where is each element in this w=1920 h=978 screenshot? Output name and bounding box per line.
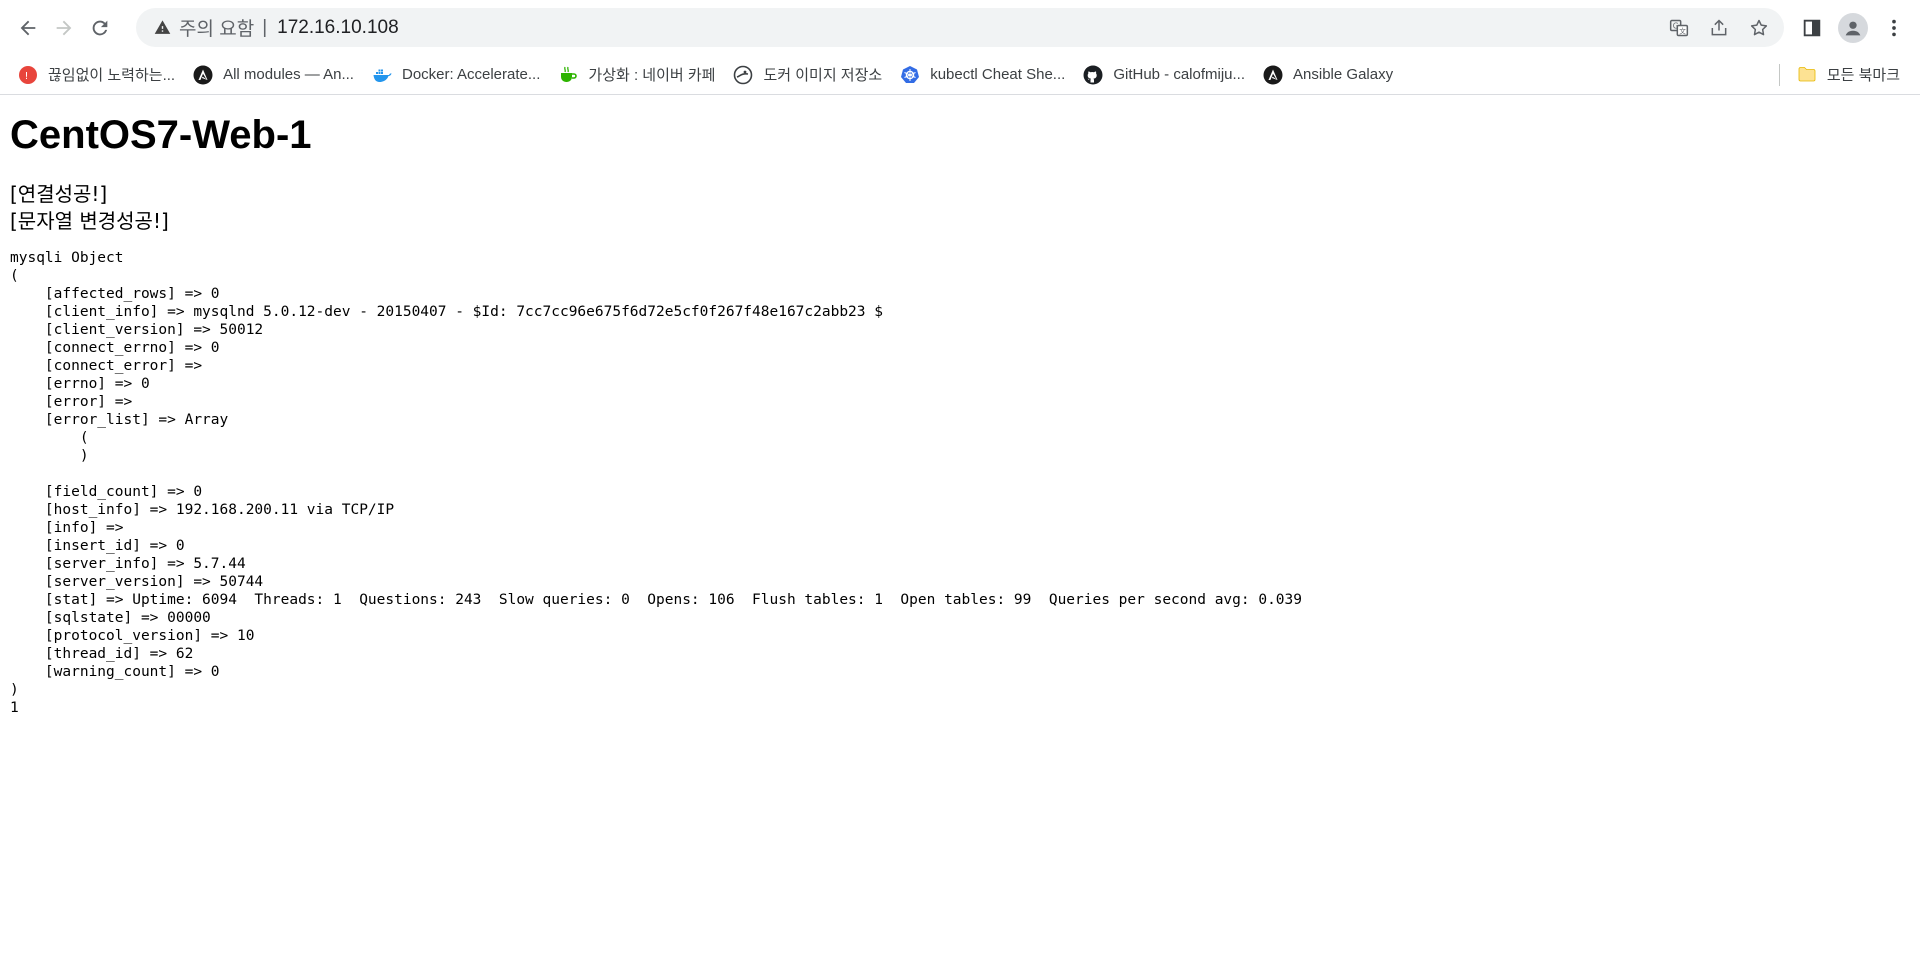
security-label[interactable]: 주의 요함 xyxy=(179,14,254,41)
browser-toolbar: 주의 요함 | 172.16.10.108 G文 xyxy=(0,0,1920,55)
bookmark-item[interactable]: kubectl Cheat She... xyxy=(892,60,1073,90)
warning-triangle-icon[interactable] xyxy=(152,18,172,38)
svg-text:!: ! xyxy=(25,71,29,82)
status-line: [연결성공!] xyxy=(10,182,108,206)
red-circle-site-icon: ! xyxy=(18,65,38,85)
svg-text:文: 文 xyxy=(1679,26,1686,35)
bookmark-label: kubectl Cheat She... xyxy=(930,66,1066,83)
bookmark-label: 끊임없이 노력하는... xyxy=(48,67,176,84)
bookmark-label: 가상화 : 네이버 카페 xyxy=(588,67,716,84)
mysqli-object-dump: mysqli Object ( [affected_rows] => 0 [cl… xyxy=(10,250,1303,716)
bookmark-item[interactable]: Ansible Galaxy xyxy=(1255,60,1401,90)
reload-icon xyxy=(92,20,108,35)
share-icon[interactable] xyxy=(1706,15,1732,41)
docker-whale-icon xyxy=(372,65,392,85)
globe-site-icon xyxy=(733,65,753,85)
bookmark-star-icon[interactable] xyxy=(1746,15,1772,41)
reload-button[interactable] xyxy=(82,10,118,46)
bookmark-label: Docker: Accelerate... xyxy=(401,66,541,83)
folder-icon xyxy=(1797,64,1817,84)
bookmark-label: Ansible Galaxy xyxy=(1293,66,1394,83)
bookmark-item[interactable]: Docker: Accelerate... xyxy=(364,60,548,90)
profile-avatar-icon[interactable] xyxy=(1838,12,1868,43)
kubernetes-icon xyxy=(900,65,920,85)
arrow-left-icon xyxy=(20,20,36,35)
arrow-right-icon xyxy=(56,20,72,35)
page-content: CentOS7-Web-1 [연결성공!] [문자열 변경성공!] mysqli… xyxy=(0,111,1920,717)
bookmark-label: 도커 이미지 저장소 xyxy=(763,67,883,84)
page-title: CentOS7-Web-1 xyxy=(10,113,312,157)
address-bar[interactable]: 주의 요함 | 172.16.10.108 G文 xyxy=(136,8,1784,47)
ansible-icon xyxy=(1263,65,1283,85)
status-line: [문자열 변경성공!] xyxy=(10,209,169,233)
bookmark-label: GitHub - calofmiju... xyxy=(1113,66,1246,83)
translate-icon[interactable]: G文 xyxy=(1666,15,1692,41)
bookmark-item[interactable]: 가상화 : 네이버 카페 xyxy=(550,60,723,90)
bookmark-item[interactable]: All modules — An... xyxy=(185,60,362,90)
bookmark-item[interactable]: ! 끊임없이 노력하는... xyxy=(10,60,183,90)
kebab-menu-icon[interactable] xyxy=(1878,12,1910,44)
bookmark-item[interactable]: GitHub - calofmiju... xyxy=(1075,60,1253,90)
url-text[interactable]: 172.16.10.108 xyxy=(277,17,399,39)
url-separator: | xyxy=(262,16,268,38)
all-bookmarks-label: 모든 북마크 xyxy=(1826,66,1900,84)
ansible-icon xyxy=(193,65,213,85)
bookmark-item[interactable]: 도커 이미지 저장소 xyxy=(725,60,890,90)
bookmarks-divider xyxy=(1779,64,1780,86)
status-messages: [연결성공!] [문자열 변경성공!] xyxy=(10,181,1910,235)
forward-button[interactable] xyxy=(46,10,82,46)
bookmark-label: All modules — An... xyxy=(223,66,354,83)
all-bookmarks-button[interactable]: 모든 북마크 xyxy=(1789,59,1908,89)
back-button[interactable] xyxy=(10,10,46,46)
side-panel-icon[interactable] xyxy=(1796,12,1828,44)
naver-cafe-icon xyxy=(558,65,578,85)
bookmarks-bar: ! 끊임없이 노력하는... All modules — An... Docke… xyxy=(0,55,1920,95)
github-icon xyxy=(1083,65,1103,85)
